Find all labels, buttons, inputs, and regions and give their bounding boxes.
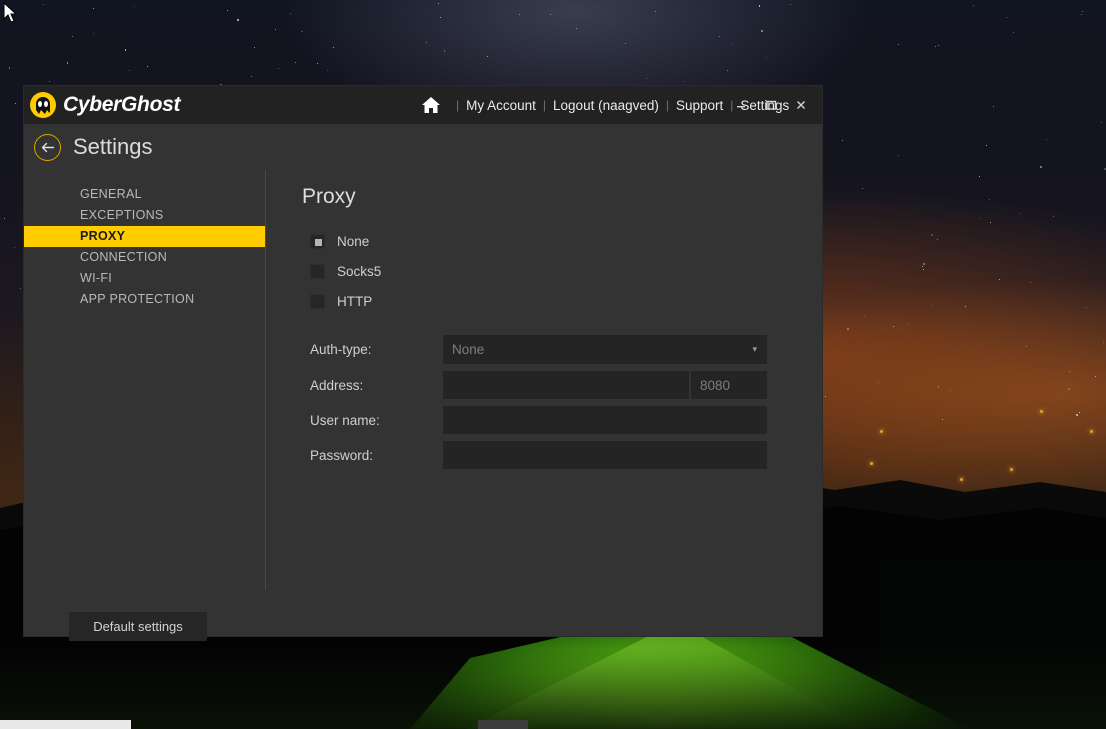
cyberghost-app-window: CyberGhost | My Account | Logout (naagve…: [24, 86, 822, 641]
address-input[interactable]: [443, 371, 689, 399]
app-body: GENERAL EXCEPTIONS PROXY CONNECTION WI-F…: [24, 170, 822, 641]
menu-separator-3: |: [665, 98, 669, 112]
password-label: Password:: [310, 447, 374, 463]
sidebar-item-general[interactable]: GENERAL: [24, 184, 265, 205]
form-row-password: Password:: [310, 441, 820, 469]
menu-item-support[interactable]: Support: [676, 98, 723, 113]
taskbar-window-button[interactable]: [478, 720, 528, 729]
auth-type-value: None: [452, 342, 485, 357]
mouse-cursor: [3, 2, 18, 23]
auth-type-select[interactable]: None ▾: [443, 335, 767, 364]
sidebar-item-exceptions[interactable]: EXCEPTIONS: [24, 205, 265, 226]
proxy-mode-label-socks5: Socks5: [337, 263, 382, 279]
sidebar-item-proxy[interactable]: PROXY: [24, 226, 265, 247]
menu-item-logout[interactable]: Logout (naagved): [553, 98, 659, 113]
close-button[interactable]: [786, 90, 816, 120]
proxy-mode-option-none[interactable]: None: [310, 230, 381, 252]
minimize-button[interactable]: [726, 90, 756, 120]
sidebar-item-wifi[interactable]: WI-FI: [24, 268, 265, 289]
title-bar: CyberGhost | My Account | Logout (naagve…: [24, 86, 822, 124]
user-name-label: User name:: [310, 412, 380, 428]
port-value: 8080: [700, 377, 731, 393]
proxy-settings-panel: Proxy None Socks5 HTTP Auth-type: None ▾…: [266, 170, 822, 636]
form-row-address: Address: 8080: [310, 371, 820, 399]
proxy-mode-label-http: HTTP: [337, 293, 373, 309]
radio-socks5-icon[interactable]: [310, 263, 325, 279]
proxy-mode-label-none: None: [337, 233, 370, 249]
auth-type-label: Auth-type:: [310, 342, 372, 357]
section-title: Proxy: [302, 185, 356, 208]
port-input[interactable]: 8080: [691, 371, 767, 399]
home-icon[interactable]: [422, 97, 440, 113]
taskbar-active-segment[interactable]: [0, 720, 131, 729]
brand-name: CyberGhost: [63, 93, 181, 116]
proxy-mode-option-socks5[interactable]: Socks5: [310, 260, 381, 282]
proxy-mode-group: None Socks5 HTTP: [310, 230, 381, 320]
proxy-form: Auth-type: None ▾ Address: 8080 User nam…: [310, 335, 820, 476]
window-controls: [726, 86, 816, 124]
user-name-input[interactable]: [443, 406, 767, 434]
maximize-button[interactable]: [756, 90, 786, 120]
wallpaper-foreground-grass: [0, 648, 1106, 729]
page-header: Settings: [24, 124, 822, 170]
app-brand: CyberGhost: [24, 92, 180, 118]
proxy-mode-option-http[interactable]: HTTP: [310, 290, 381, 312]
menu-separator-2: |: [542, 98, 547, 112]
address-label: Address:: [310, 377, 364, 393]
chevron-down-icon: ▾: [752, 344, 757, 354]
back-button[interactable]: [34, 133, 61, 161]
menu-separator-1: |: [456, 98, 460, 112]
password-input[interactable]: [443, 441, 767, 469]
radio-http-icon[interactable]: [310, 293, 325, 309]
form-row-user-name: User name:: [310, 406, 820, 434]
sidebar-item-app-protection[interactable]: APP PROTECTION: [24, 289, 265, 310]
arrow-left-icon: [41, 142, 55, 152]
settings-sidebar: GENERAL EXCEPTIONS PROXY CONNECTION WI-F…: [24, 170, 266, 590]
taskbar[interactable]: [0, 720, 1106, 729]
sidebar-item-connection[interactable]: CONNECTION: [24, 247, 265, 268]
cyberghost-logo-icon: [30, 92, 56, 118]
menu-item-my-account[interactable]: My Account: [466, 98, 536, 113]
radio-none-icon[interactable]: [310, 233, 325, 249]
form-row-auth-type: Auth-type: None ▾: [310, 335, 820, 364]
page-title: Settings: [73, 134, 153, 159]
default-settings-button[interactable]: Default settings: [69, 612, 207, 641]
